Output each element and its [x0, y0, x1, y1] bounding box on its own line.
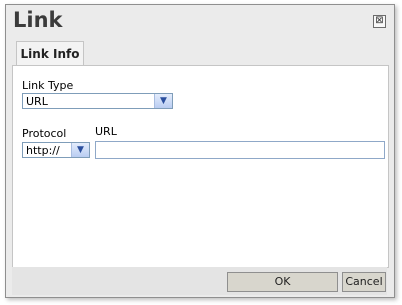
protocol-select[interactable]: http:// ▼: [22, 142, 90, 158]
url-label: URL: [95, 125, 117, 138]
close-icon[interactable]: ⊠: [373, 15, 386, 28]
url-input[interactable]: [95, 141, 385, 159]
tab-link-info[interactable]: Link Info: [16, 41, 84, 66]
dialog-title: Link: [13, 8, 63, 32]
protocol-value: http://: [26, 144, 60, 157]
link-dialog: Link ⊠ Link Info Link Type URL ▼ Protoco…: [5, 4, 395, 298]
ok-button[interactable]: OK: [227, 272, 338, 292]
link-type-value: URL: [26, 95, 48, 108]
chevron-down-icon[interactable]: ▼: [154, 94, 172, 108]
dialog-footer: OK Cancel: [12, 267, 387, 295]
cancel-button[interactable]: Cancel: [342, 272, 386, 292]
link-info-panel: Link Type URL ▼ Protocol URL http:// ▼: [12, 65, 389, 268]
link-type-select[interactable]: URL ▼: [22, 93, 173, 109]
chevron-down-icon[interactable]: ▼: [71, 143, 89, 157]
link-type-label: Link Type: [22, 79, 74, 92]
protocol-label: Protocol: [22, 127, 67, 140]
